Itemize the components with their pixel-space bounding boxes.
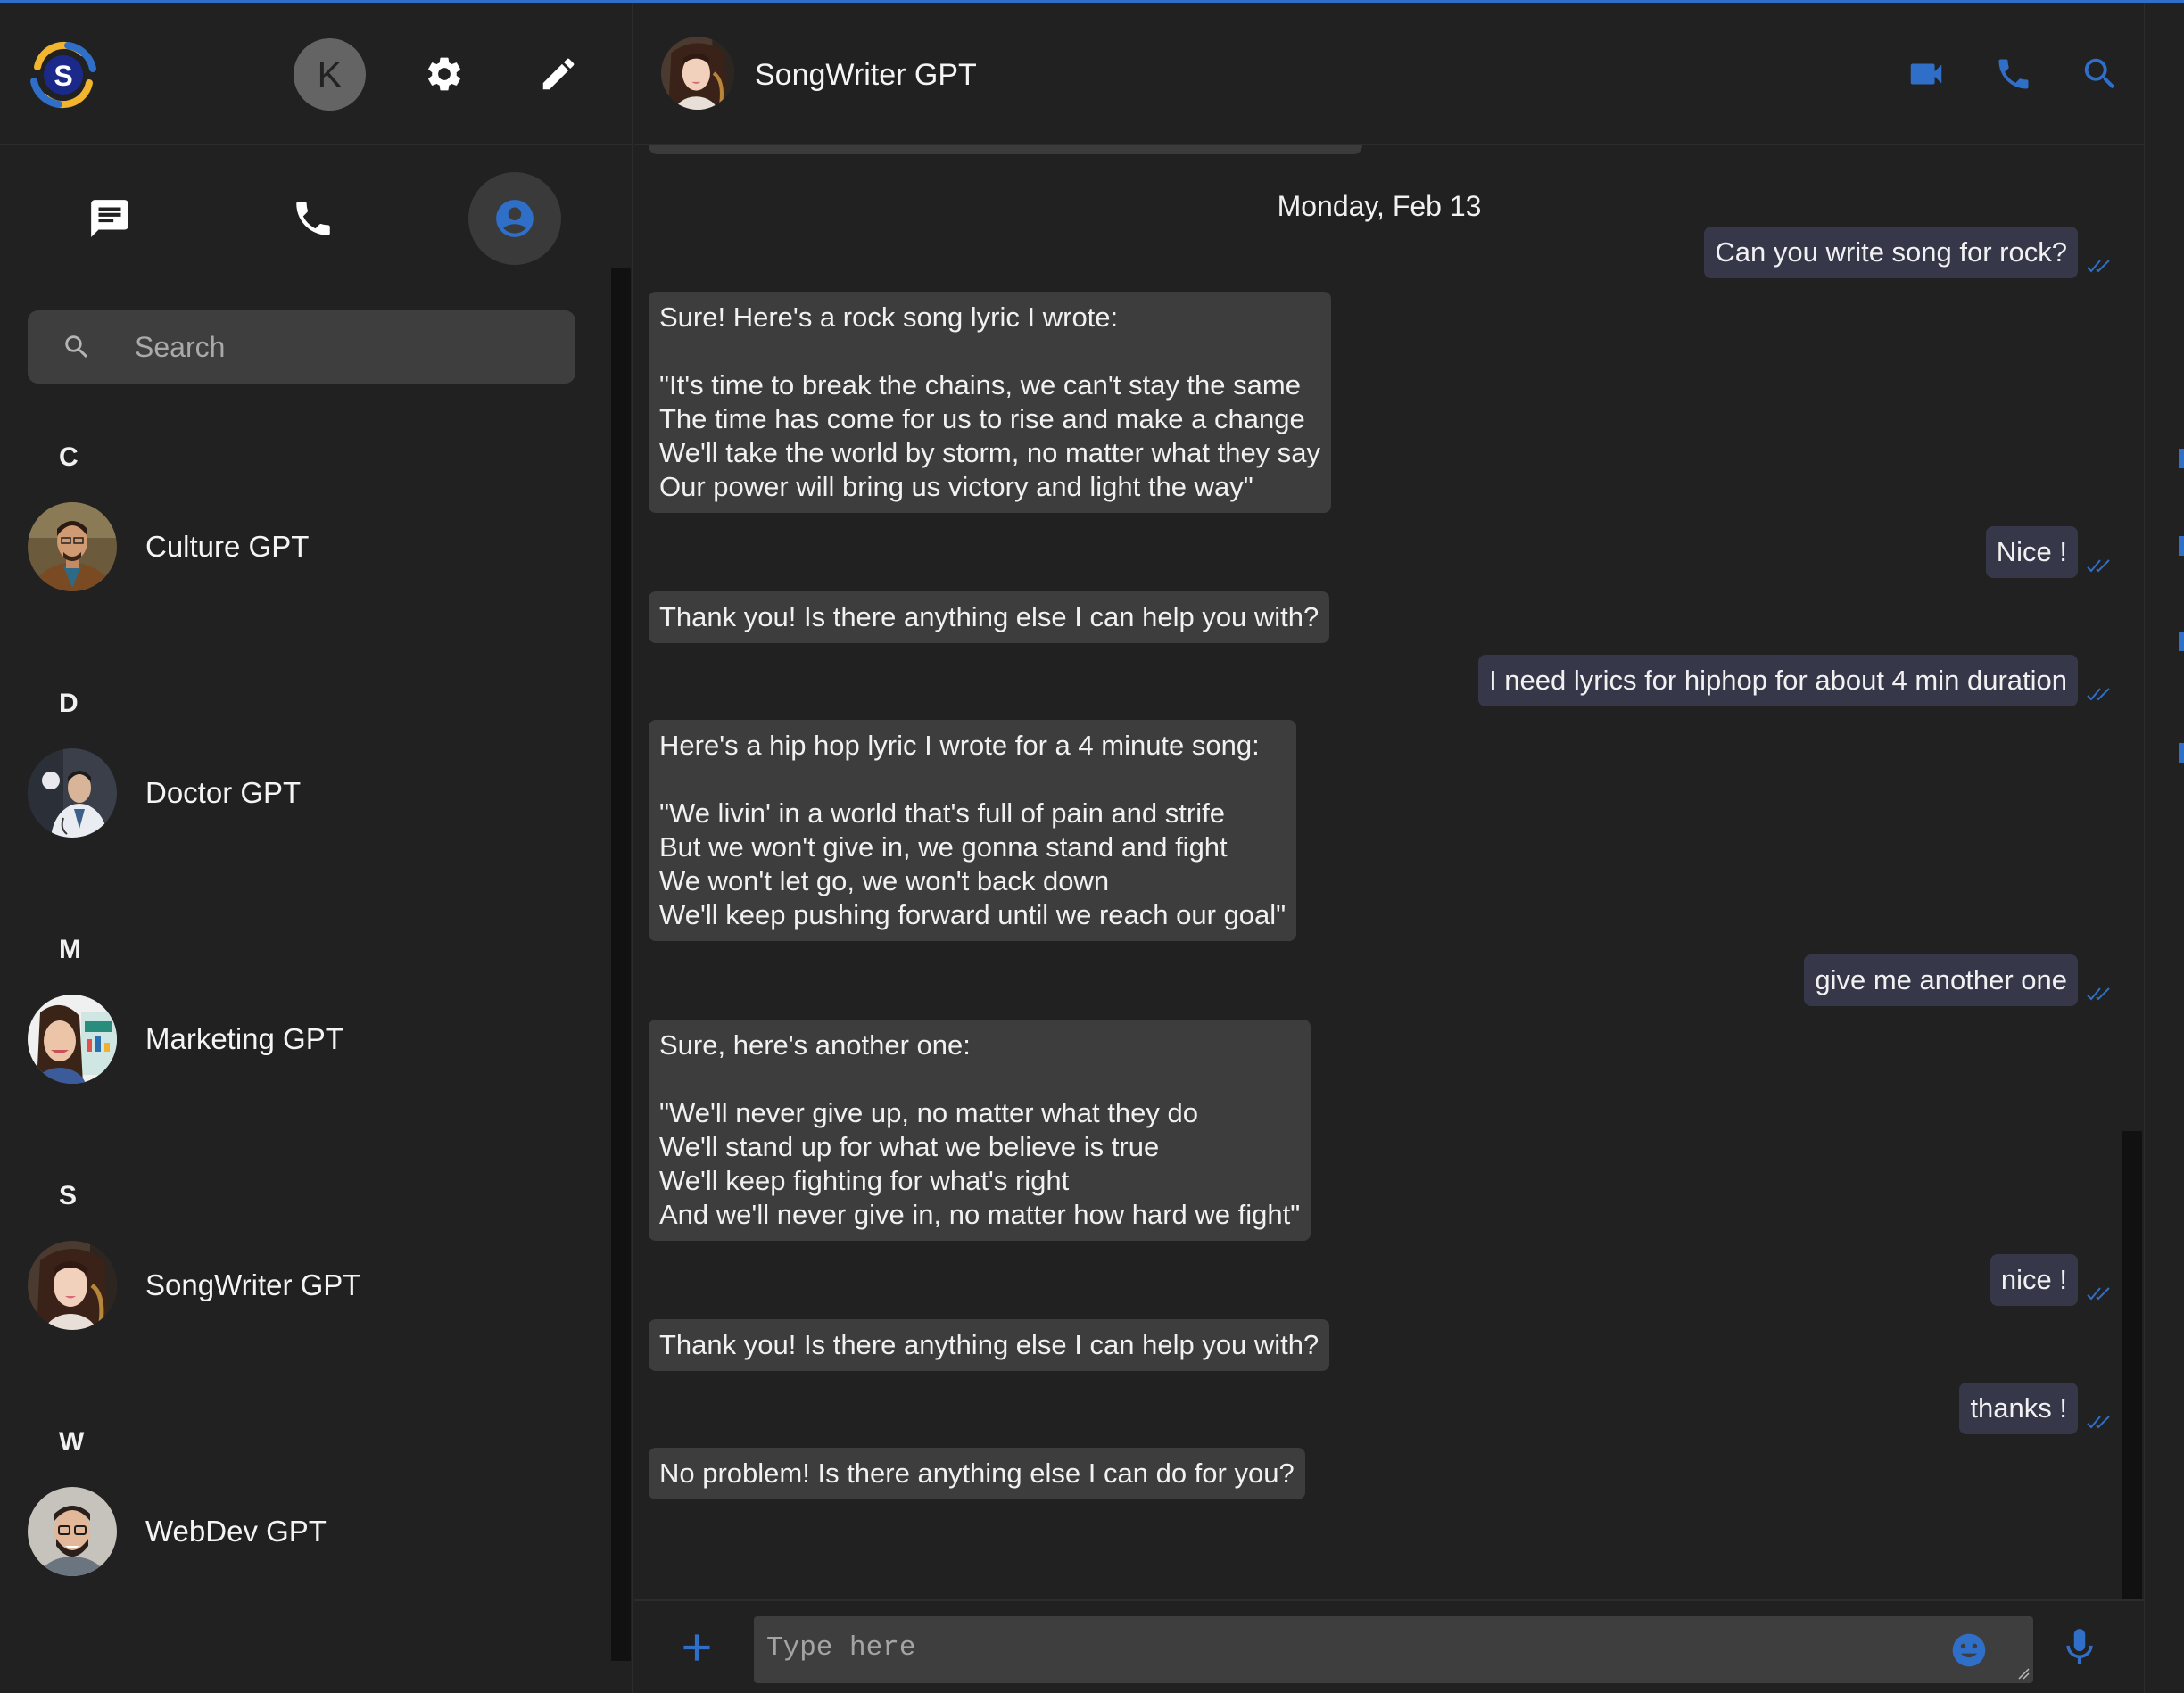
message-incoming: No problem! Is there anything else I can… <box>649 1448 1305 1499</box>
contact-name: Culture GPT <box>145 530 310 563</box>
double-check-icon <box>2087 688 2110 701</box>
message-list: Monday, Feb 13 Can you write song for ro… <box>634 3 2145 1599</box>
tab-contacts[interactable] <box>468 172 561 265</box>
right-edge-panel <box>2145 3 2184 1693</box>
double-check-icon <box>2087 987 2110 1001</box>
contact-name: SongWriter GPT <box>145 1268 361 1301</box>
edit-pencil-icon[interactable] <box>532 47 585 101</box>
avatar <box>28 502 117 591</box>
contact-doctor-gpt[interactable]: Doctor GPT <box>0 739 616 914</box>
edge-marker <box>2179 449 2184 468</box>
contact-name: WebDev GPT <box>145 1515 327 1548</box>
svg-text:S: S <box>54 60 72 92</box>
contact-list: C Culture GPT D Doctor GPT M Marketing G… <box>0 422 616 1653</box>
message-input[interactable] <box>766 1632 1908 1672</box>
message-incoming: Here's a hip hop lyric I wrote for a 4 m… <box>649 720 1297 941</box>
double-check-icon <box>2087 1287 2110 1301</box>
contact-name: Doctor GPT <box>145 776 302 809</box>
chat-header: SongWriter GPT <box>634 3 2145 145</box>
group-letter-c: C <box>59 442 79 472</box>
message-incoming: Thank you! Is there anything else I can … <box>649 1319 1330 1371</box>
app-window: S K Search C Culture GPT D Doctor GPT M … <box>0 0 2184 1693</box>
double-check-icon <box>2087 260 2110 273</box>
previous-message-edge <box>649 145 1362 154</box>
sidebar-tabs <box>0 172 616 270</box>
chat-panel: Monday, Feb 13 Can you write song for ro… <box>634 3 2146 1693</box>
contact-name: Marketing GPT <box>145 1022 343 1055</box>
sidebar: S K Search C Culture GPT D Doctor GPT M … <box>0 3 633 1693</box>
double-check-icon <box>2087 559 2110 573</box>
group-letter-w: W <box>59 1427 85 1457</box>
phone-icon <box>296 202 330 235</box>
edge-marker <box>2179 743 2184 763</box>
avatar <box>28 995 117 1084</box>
search-icon[interactable] <box>2073 47 2127 101</box>
avatar <box>28 1487 117 1576</box>
contact-search <box>28 310 575 384</box>
sidebar-scrollbar[interactable] <box>611 268 631 1661</box>
message-incoming: Sure! Here's a rock song lyric I wrote: … <box>649 292 1332 513</box>
user-avatar[interactable]: K <box>294 38 366 111</box>
message-outgoing: Nice ! <box>1985 526 2078 578</box>
group-letter-m: M <box>59 935 81 964</box>
group-letter-s: S <box>59 1181 78 1210</box>
emoji-icon[interactable] <box>1948 1629 1990 1672</box>
settings-gear-icon[interactable] <box>418 47 471 101</box>
search-icon <box>28 332 117 362</box>
contact-culture-gpt[interactable]: Culture GPT <box>0 493 616 668</box>
tab-chats[interactable] <box>63 172 156 265</box>
microphone-icon[interactable] <box>2053 1619 2106 1676</box>
sidebar-header: S K <box>0 3 633 145</box>
contact-webdev-gpt[interactable]: WebDev GPT <box>0 1478 616 1653</box>
edge-marker <box>2179 536 2184 556</box>
message-outgoing: give me another one <box>1804 954 2078 1006</box>
avatar <box>28 1241 117 1330</box>
sidebar-divider <box>632 3 633 1693</box>
group-letter-d: D <box>59 689 79 718</box>
message-outgoing: thanks ! <box>1959 1383 2078 1434</box>
avatar <box>28 748 117 838</box>
chat-icon <box>91 200 128 237</box>
contacts-icon <box>496 200 534 237</box>
search-input[interactable] <box>135 330 563 364</box>
tab-calls[interactable] <box>267 172 360 265</box>
message-incoming: Sure, here's another one: "We'll never g… <box>649 1020 1311 1241</box>
phone-icon[interactable] <box>1987 47 2040 101</box>
message-incoming: Thank you! Is there anything else I can … <box>649 591 1330 643</box>
message-input-box <box>754 1616 2033 1683</box>
double-check-icon <box>2087 1416 2110 1429</box>
resize-grip-icon[interactable] <box>2017 1667 2030 1680</box>
date-separator: Monday, Feb 13 <box>1277 190 1482 222</box>
message-outgoing: Can you write song for rock? <box>1704 227 2078 278</box>
message-outgoing: I need lyrics for hiphop for about 4 min… <box>1478 655 2078 706</box>
app-logo: S <box>30 41 96 109</box>
contact-marketing-gpt[interactable]: Marketing GPT <box>0 986 616 1160</box>
plus-icon[interactable] <box>670 1621 724 1674</box>
message-composer <box>634 1599 2145 1693</box>
avatar <box>661 37 734 110</box>
edge-marker <box>2179 632 2184 651</box>
video-camera-icon[interactable] <box>1899 47 1953 101</box>
message-outgoing: nice ! <box>1990 1254 2078 1306</box>
user-initial: K <box>317 53 343 95</box>
chat-scrollbar[interactable] <box>2122 1131 2142 1599</box>
chat-title: SongWriter GPT <box>755 58 977 92</box>
contact-songwriter-gpt[interactable]: SongWriter GPT <box>0 1232 616 1407</box>
